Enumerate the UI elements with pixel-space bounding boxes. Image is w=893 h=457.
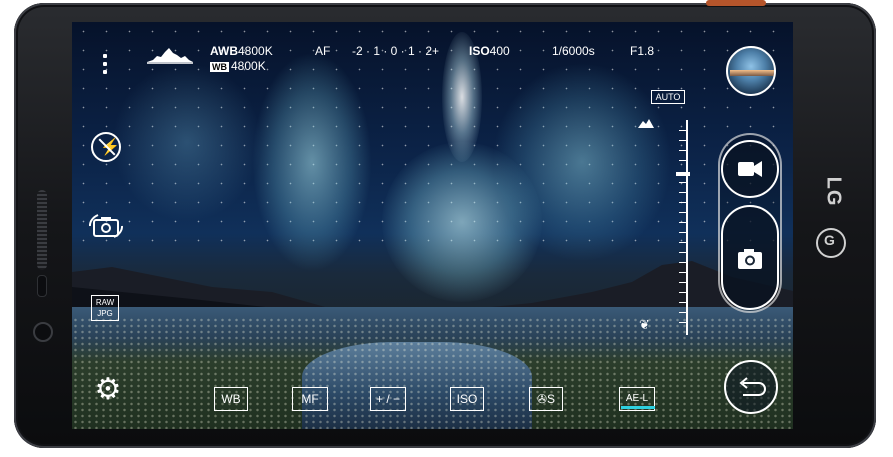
earpiece-speaker (37, 190, 47, 270)
shutter-speed-label: S (547, 392, 556, 406)
ae-lock-indicator (621, 406, 655, 409)
aperture-icon: ✇ (536, 392, 548, 406)
aurora (252, 52, 372, 272)
wb-indicator: WB 4800K (210, 59, 266, 73)
aperture-indicator: F1.8 (630, 44, 655, 58)
iso-button[interactable]: ISO (450, 387, 484, 411)
iso-label: ISO (469, 44, 490, 58)
mountain-icon (638, 119, 654, 128)
awb-label: AWB (210, 44, 238, 58)
focus-slider-handle[interactable] (676, 172, 690, 176)
raw-jpg-toggle[interactable]: RAW JPG (91, 295, 119, 321)
gallery-thumbnail[interactable] (726, 46, 776, 96)
awb-value: 4800K (238, 44, 273, 58)
mf-button[interactable]: MF (292, 387, 328, 411)
phone-trim (706, 0, 766, 6)
switch-camera-icon[interactable] (88, 212, 124, 240)
shutter-speed-button[interactable]: ✇S (529, 387, 563, 411)
front-camera (33, 322, 53, 342)
capture-photo-button[interactable] (721, 205, 779, 310)
record-video-button[interactable] (721, 140, 779, 198)
aurora (112, 62, 262, 222)
back-button[interactable] (724, 360, 778, 414)
wb-value: 4800K (231, 59, 266, 73)
raw-label: RAW (95, 298, 115, 307)
wb-button[interactable]: WB (214, 387, 248, 411)
video-camera-icon (738, 161, 762, 177)
ev-scale[interactable]: -2 · 1 · 0 · 1 · 2+ (352, 44, 439, 58)
iso-indicator[interactable]: ISO400 (469, 44, 510, 58)
gear-icon[interactable]: ⚙ (92, 374, 124, 406)
wb-badge: WB (210, 62, 229, 72)
shutter-speed-indicator[interactable]: 1/6000s (552, 44, 595, 58)
af-indicator[interactable]: AF (315, 44, 330, 58)
tulip-icon: ❦ (639, 317, 650, 332)
awb-indicator[interactable]: AWB4800K (210, 44, 273, 58)
back-icon (739, 377, 766, 396)
more-vertical-icon[interactable] (103, 52, 109, 80)
focus-slider[interactable] (672, 120, 688, 335)
camera-icon (738, 249, 762, 269)
proximity-sensor (37, 275, 47, 297)
focus-auto-button[interactable]: AUTO (651, 90, 685, 104)
ev-button[interactable]: + / − (370, 387, 406, 411)
flash-off-icon[interactable] (91, 132, 121, 162)
phone-device: LG AWB4800K WB4800K AF -2 · 1 · 0 · 1 · … (0, 0, 893, 457)
histogram-icon[interactable] (147, 44, 193, 64)
lg-logo-text: LG (822, 176, 845, 207)
iso-value: 400 (489, 44, 510, 58)
jpg-label: JPG (97, 309, 113, 318)
lg-logo-icon (816, 228, 846, 258)
